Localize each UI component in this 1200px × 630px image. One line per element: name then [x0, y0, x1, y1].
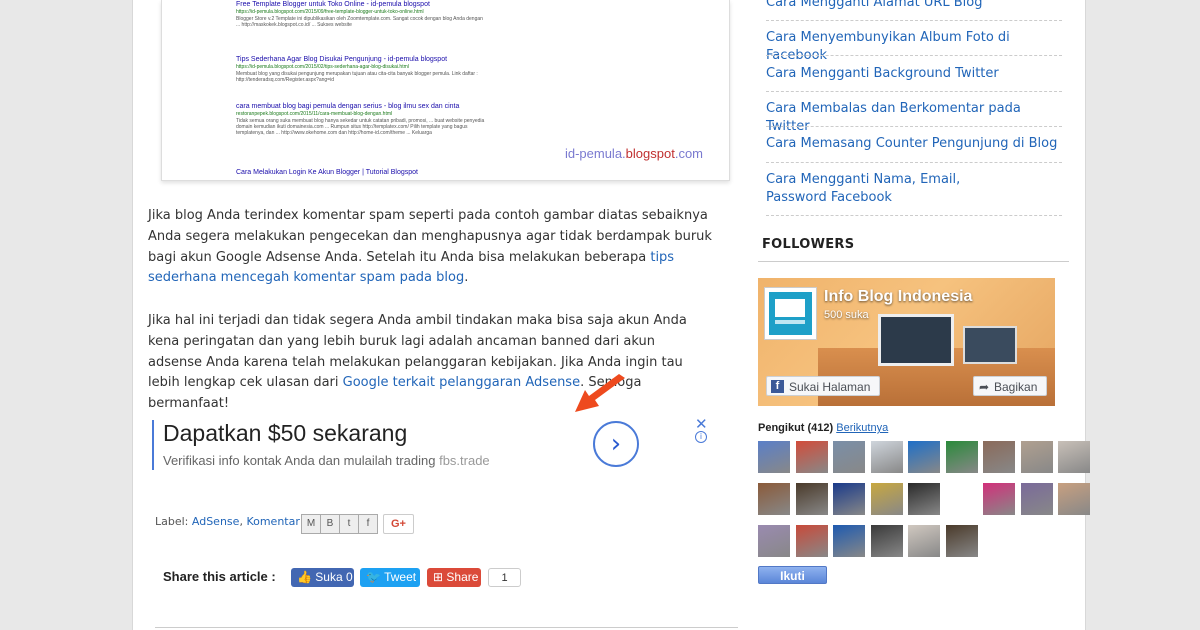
follower-avatar[interactable] — [945, 441, 978, 473]
follower-avatar[interactable] — [758, 525, 790, 557]
blogger-icon[interactable]: B — [320, 514, 340, 534]
sidebar-link[interactable]: Cara Menyembunyikan Album Foto di Facebo… — [766, 29, 1061, 65]
search-result: Tips Sederhana Agar Blog Disukai Pengunj… — [236, 55, 486, 83]
search-result-title: cara membuat blog bagi pemula dengan ser… — [236, 103, 460, 110]
search-result-snippet: Blogger Store v.2 Template ini dipublika… — [236, 16, 483, 28]
sidebar-link[interactable]: Cara Mengganti Background Twitter — [766, 65, 1061, 83]
follower-avatar[interactable] — [1058, 483, 1090, 515]
thumbs-up-icon: 👍 — [297, 570, 312, 584]
search-result-title: Tips Sederhana Agar Blog Disukai Pengunj… — [236, 56, 448, 63]
divider — [766, 126, 1062, 127]
divider — [766, 55, 1062, 56]
share-title: Share this article : — [163, 569, 276, 584]
follower-avatar[interactable] — [870, 483, 903, 515]
follower-avatar[interactable] — [795, 483, 828, 515]
follower-avatar[interactable] — [833, 441, 865, 473]
article-paragraph: Jika blog Anda terindex komentar spam se… — [148, 208, 712, 286]
next-followers-link[interactable]: Berikutnya — [836, 422, 888, 434]
monitor-image — [878, 314, 954, 366]
info-icon[interactable]: i — [695, 431, 707, 443]
follower-avatar[interactable] — [945, 525, 978, 557]
label-adsense-link[interactable]: AdSense — [192, 515, 240, 528]
divider — [766, 91, 1062, 92]
follower-avatar[interactable] — [1020, 441, 1053, 473]
search-result-snippet: Tidak semua orang suka membuat blog hany… — [236, 118, 485, 136]
google-share-button[interactable]: ⊞ Share — [427, 568, 481, 587]
plus-icon: ⊞ — [433, 570, 444, 584]
sidebar-link[interactable]: Cara Membalas dan Berkomentar pada Twitt… — [766, 100, 1061, 136]
tweet-button[interactable]: 🐦 Tweet — [360, 568, 420, 587]
adsense-violation-link[interactable]: Google terkait pelanggaran Adsense — [343, 375, 580, 390]
follower-avatar[interactable] — [758, 483, 790, 515]
follower-avatar[interactable] — [945, 483, 978, 515]
label-komentar-link[interactable]: Komentar — [246, 515, 299, 528]
page-logo[interactable] — [764, 287, 817, 340]
divider — [758, 261, 1069, 262]
follower-avatar[interactable] — [908, 483, 940, 515]
follower-avatar[interactable] — [908, 441, 940, 473]
follower-avatar[interactable] — [983, 441, 1015, 473]
article-screenshot: Free Template Blogger untuk Toko Online … — [161, 0, 730, 181]
search-result-title: Free Template Blogger untuk Toko Online … — [236, 1, 430, 8]
follower-avatar[interactable] — [833, 525, 865, 557]
followers-count: Pengikut (412) Berikutnya — [758, 422, 889, 434]
follower-avatar[interactable] — [983, 483, 1015, 515]
screenshot-watermark: id-pemula.blogspot.com — [564, 146, 703, 161]
bird-icon: 🐦 — [366, 570, 381, 584]
sidebar-link[interactable]: Cara Mengganti Nama, Email, Password Fac… — [766, 171, 1021, 207]
search-result-snippet: Membuat blog yang disukai pengunjung mer… — [236, 71, 478, 83]
search-result-url: restoranpepek.blogspot.com/2015/11/cara-… — [236, 111, 393, 117]
fb-share-button[interactable]: ➦ Bagikan — [973, 376, 1047, 396]
fb-page-likes: 500 suka — [824, 309, 869, 321]
share-icon: ➦ — [979, 380, 990, 394]
post-body: Free Template Blogger untuk Toko Online … — [133, 0, 738, 630]
ad-accent-bar — [152, 420, 154, 470]
follower-avatar[interactable] — [870, 525, 903, 557]
facebook-icon[interactable]: f — [358, 514, 378, 534]
sidebar-link[interactable]: Cara Memasang Counter Pengunjung di Blog — [766, 135, 1061, 153]
follower-avatar[interactable] — [795, 441, 828, 473]
follower-avatar[interactable] — [1020, 483, 1053, 515]
sidebar-link[interactable]: Cara Mengganti Alamat URL Blog — [766, 0, 1061, 12]
page-container: Free Template Blogger untuk Toko Online … — [132, 0, 1090, 630]
monitor-image — [963, 326, 1017, 364]
search-result: cara membuat blog bagi pemula dengan ser… — [236, 102, 486, 136]
search-result-url: https://id-pemula.blogspot.com/2015/09/f… — [236, 9, 424, 15]
facebook-like-button[interactable]: 👍 Suka 0 — [291, 568, 354, 587]
fb-like-page-button[interactable]: f Sukai Halaman — [766, 376, 880, 396]
ad-subtitle: Verifikasi info kontak Anda dan mulailah… — [163, 453, 490, 468]
search-result-title: Cara Melakukan Login Ke Akun Blogger | T… — [236, 169, 418, 176]
twitter-icon[interactable]: t — [339, 514, 359, 534]
followers-title: FOLLOWERS — [762, 237, 855, 252]
share-count: 1 — [488, 568, 521, 587]
facebook-icon: f — [771, 380, 784, 393]
divider — [766, 20, 1062, 21]
ad-headline[interactable]: Dapatkan $50 sekarang — [163, 420, 407, 447]
follower-avatar[interactable] — [908, 525, 940, 557]
fb-page-name[interactable]: Info Blog Indonesia — [824, 288, 972, 306]
follower-avatar[interactable] — [833, 483, 865, 515]
ad-go-button[interactable]: › — [593, 421, 639, 467]
google-plus-button[interactable]: G+ — [383, 514, 414, 534]
ad-banner[interactable]: Dapatkan $50 sekarang Verifikasi info ko… — [152, 415, 712, 470]
facebook-page-widget[interactable]: Info Blog Indonesia 500 suka f Sukai Hala… — [758, 278, 1055, 406]
search-result: Free Template Blogger untuk Toko Online … — [236, 0, 486, 28]
follow-button[interactable]: Ikuti — [758, 566, 827, 584]
email-icon[interactable]: M — [301, 514, 321, 534]
ad-domain: fbs.trade — [439, 453, 490, 468]
follower-avatar[interactable] — [870, 441, 903, 473]
red-arrow-icon — [575, 374, 625, 412]
sidebar: Cara Mengganti Alamat URL Blog Cara Meny… — [758, 0, 1090, 630]
follower-avatar[interactable] — [758, 441, 790, 473]
divider — [766, 215, 1062, 216]
post-labels: Label: AdSense, Komentar — [155, 515, 300, 528]
search-result: Cara Melakukan Login Ke Akun Blogger | T… — [236, 168, 418, 177]
search-result-url: https://id-pemula.blogspot.com/2015/02/t… — [236, 64, 409, 70]
follower-avatar[interactable] — [1058, 441, 1090, 473]
follower-avatar[interactable] — [795, 525, 828, 557]
divider — [155, 627, 738, 628]
divider — [766, 162, 1062, 163]
